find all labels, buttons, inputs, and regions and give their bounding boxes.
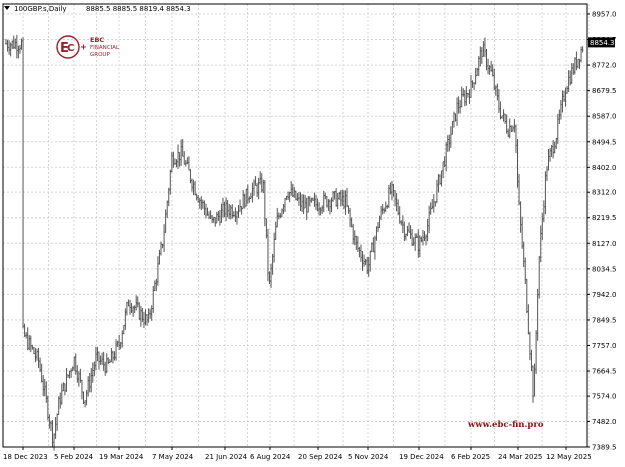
price-tick-label: 8494.5 [592,138,617,146]
logo-line1: EBC [90,36,104,44]
price-tick-label: 8679.5 [592,87,617,95]
time-tick-label: 5 Nov 2024 [348,453,389,461]
watermark-url: www.ebc-fin.pro [467,420,544,430]
price-tick-label: 7389.5 [592,444,617,452]
time-tick-label: 20 Sep 2024 [298,453,343,461]
symbol-label: 100GBP.s,Daily [14,5,67,13]
time-tick-label: 12 May 2025 [546,453,592,461]
price-tick-label: 7574.0 [592,393,617,401]
time-tick-label: 18 Dec 2023 [3,453,48,461]
price-tick-label: 7482.0 [592,418,617,426]
price-tick-label: 8127.0 [592,240,617,248]
time-tick-label: 7 May 2024 [152,453,194,461]
price-tick-label: 7664.5 [592,368,617,376]
price-tick-label: 7757.0 [592,342,617,350]
time-tick-label: 5 Feb 2024 [54,453,94,461]
price-tick-label: 8312.0 [592,189,617,197]
logo-line3: GROUP [90,52,110,58]
time-tick-label: 6 Feb 2025 [451,453,490,461]
price-tick-label: 8219.5 [592,214,617,222]
price-tick-label: 8772.0 [592,62,617,70]
chart-background [0,0,625,467]
price-chart[interactable]: 100GBP.s,Daily 8885.5 8885.5 8819.4 8854… [0,0,625,467]
svg-text:8854.3: 8854.3 [590,39,615,47]
ohlc-readout: 8885.5 8885.5 8819.4 8854.3 [86,5,191,13]
time-tick-label: 19 Dec 2024 [399,453,444,461]
time-tick-label: 21 Jun 2024 [205,453,248,461]
price-tick-label: 7942.0 [592,291,617,299]
price-tick-label: 8587.0 [592,113,617,121]
price-tick-label: 7849.5 [592,316,617,324]
time-tick-label: 6 Aug 2024 [250,453,291,461]
time-tick-label: 19 Mar 2024 [99,453,144,461]
current-price-tag: 8854.3 [588,37,615,48]
svg-text:C: C [67,43,74,54]
price-tick-label: 8402.0 [592,164,617,172]
time-tick-label: 24 Mar 2025 [498,453,542,461]
logo-line2: FINANCIAL [90,45,120,51]
price-tick-label: 8957.0 [592,11,617,19]
price-tick-label: 8034.5 [592,265,617,273]
